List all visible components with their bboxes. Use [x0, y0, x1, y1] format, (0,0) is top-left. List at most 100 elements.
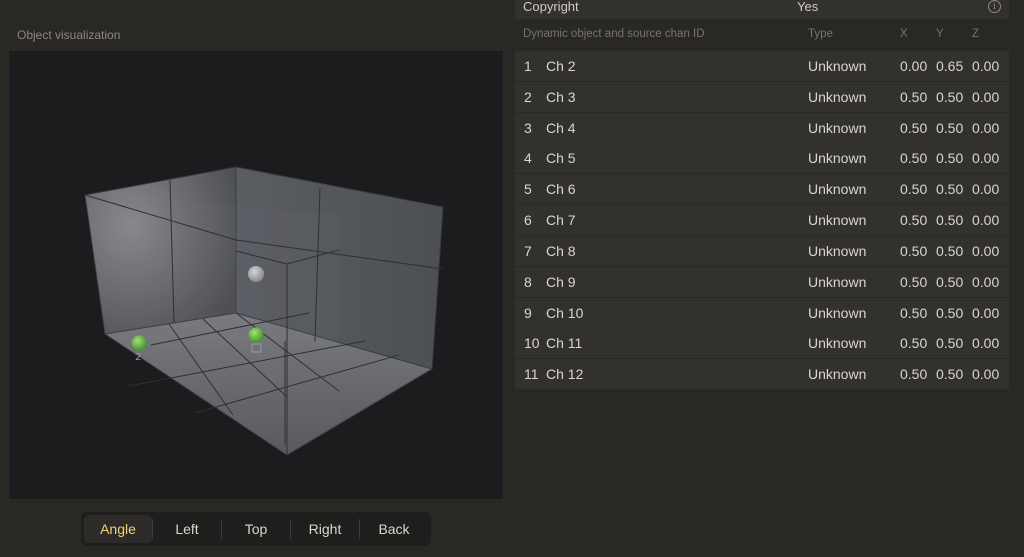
- row-index: 1: [524, 58, 532, 74]
- object-type: Unknown: [808, 304, 867, 321]
- coord-x: 0.50: [900, 273, 928, 290]
- channel-name: Ch 11: [546, 335, 583, 352]
- object-table: 1 Ch 2 Unknown 0.00 0.65 0.00 2 Ch 3 Unknown 0.50…: [515, 51, 1009, 390]
- object-type: Unknown: [808, 58, 867, 74]
- table-row[interactable]: 3 Ch 4 Unknown 0.50 0.50 0.00: [515, 112, 1009, 143]
- object-type: Unknown: [808, 119, 867, 136]
- channel-name: Ch 3: [546, 88, 576, 105]
- row-index: 11: [524, 366, 539, 383]
- table-row[interactable]: 7 Ch 8 Unknown 0.50 0.50 0.00: [515, 235, 1009, 266]
- channel-name: Ch 2: [546, 58, 576, 74]
- row-index: 7: [524, 242, 532, 259]
- speaker-sphere-2: [131, 335, 147, 351]
- info-icon[interactable]: i: [988, 0, 1001, 13]
- view-angle-button[interactable]: Angle: [84, 515, 152, 543]
- channel-name: Ch 8: [546, 242, 576, 259]
- view-selector: Angle Left Top Right Back: [81, 512, 431, 546]
- row-index: 4: [524, 150, 532, 167]
- coord-y: 0.50: [936, 212, 964, 229]
- coord-y: 0.50: [936, 88, 964, 105]
- visualization-title: Object visualization: [17, 28, 121, 42]
- channel-name: Ch 10: [546, 304, 584, 321]
- header-z: Z: [972, 28, 980, 40]
- coord-z: 0.00: [972, 88, 1000, 105]
- table-row[interactable]: 2 Ch 3 Unknown 0.50 0.50 0.00: [515, 81, 1009, 112]
- object-type: Unknown: [808, 335, 867, 352]
- row-index: 8: [524, 273, 532, 290]
- coord-x: 0.50: [900, 335, 928, 352]
- coord-z: 0.00: [972, 119, 1000, 136]
- channel-name: Ch 12: [546, 366, 584, 383]
- table-row[interactable]: 10 Ch 11 Unknown 0.50 0.50 0.00: [515, 328, 1009, 359]
- table-row[interactable]: 4 Ch 5 Unknown 0.50 0.50 0.00: [515, 143, 1009, 174]
- object-type: Unknown: [808, 150, 867, 167]
- coord-x: 0.00: [900, 58, 928, 74]
- view-left-button[interactable]: Left: [153, 515, 221, 543]
- metadata-value: Yes: [797, 0, 819, 14]
- coord-x: 0.50: [900, 242, 928, 259]
- room-3d-view: 2: [84, 166, 444, 456]
- coord-y: 0.50: [936, 273, 964, 290]
- row-index: 2: [524, 88, 532, 105]
- header-y: Y: [936, 28, 944, 40]
- metadata-copyright-row[interactable]: Copyright Yes i: [515, 0, 1009, 19]
- coord-x: 0.50: [900, 88, 928, 105]
- header-x: X: [900, 28, 908, 40]
- header-id: Dynamic object and source chan ID: [523, 28, 705, 40]
- channel-name: Ch 7: [546, 212, 576, 229]
- coord-x: 0.50: [900, 212, 928, 229]
- speaker-sphere-2-label: 2: [135, 352, 141, 363]
- coord-z: 0.00: [972, 58, 1000, 74]
- coord-x: 0.50: [900, 119, 928, 136]
- coord-y: 0.50: [936, 181, 964, 198]
- table-header: Dynamic object and source chan ID Type X…: [515, 28, 1009, 44]
- coord-y: 0.50: [936, 150, 964, 167]
- view-right-button[interactable]: Right: [291, 515, 359, 543]
- coord-y: 0.50: [936, 335, 964, 352]
- coord-y: 0.50: [936, 242, 964, 259]
- coord-z: 0.00: [972, 335, 1000, 352]
- coord-z: 0.00: [972, 181, 1000, 198]
- coord-x: 0.50: [900, 366, 928, 383]
- coord-z: 0.00: [972, 366, 1000, 383]
- row-index: 5: [524, 181, 532, 198]
- coord-z: 0.00: [972, 242, 1000, 259]
- object-type: Unknown: [808, 273, 867, 290]
- speaker-sphere-rear: [248, 266, 264, 282]
- view-back-button[interactable]: Back: [360, 515, 428, 543]
- table-row[interactable]: 5 Ch 6 Unknown 0.50 0.50 0.00: [515, 174, 1009, 205]
- room-front-frame: [85, 195, 339, 455]
- table-row[interactable]: 1 Ch 2 Unknown 0.00 0.65 0.00: [515, 51, 1009, 81]
- object-type: Unknown: [808, 181, 867, 198]
- table-row[interactable]: 11 Ch 12 Unknown 0.50 0.50 0.00: [515, 359, 1009, 390]
- coord-y: 0.50: [936, 304, 964, 321]
- channel-name: Ch 5: [546, 150, 576, 167]
- view-top-button[interactable]: Top: [222, 515, 290, 543]
- object-type: Unknown: [808, 242, 867, 259]
- table-row[interactable]: 6 Ch 7 Unknown 0.50 0.50 0.00: [515, 205, 1009, 236]
- coord-z: 0.00: [972, 304, 1000, 321]
- row-index: 3: [524, 119, 532, 136]
- row-index: 6: [524, 212, 532, 229]
- coord-z: 0.00: [972, 273, 1000, 290]
- speaker-sphere-center: [248, 327, 264, 343]
- header-type: Type: [808, 28, 833, 40]
- coord-z: 0.00: [972, 212, 1000, 229]
- table-row[interactable]: 8 Ch 9 Unknown 0.50 0.50 0.00: [515, 266, 1009, 297]
- object-type: Unknown: [808, 88, 867, 105]
- row-index: 10: [524, 335, 540, 352]
- channel-name: Ch 9: [546, 273, 576, 290]
- object-type: Unknown: [808, 366, 867, 383]
- object-type: Unknown: [808, 212, 867, 229]
- row-index: 9: [524, 304, 532, 321]
- object-visualization-viewport[interactable]: 2: [9, 51, 503, 499]
- coord-x: 0.50: [900, 181, 928, 198]
- coord-y: 0.65: [936, 58, 964, 74]
- metadata-key: Copyright: [523, 0, 579, 14]
- coord-y: 0.50: [936, 119, 964, 136]
- channel-name: Ch 4: [546, 119, 576, 136]
- table-row[interactable]: 9 Ch 10 Unknown 0.50 0.50 0.00: [515, 297, 1009, 328]
- coord-x: 0.50: [900, 150, 928, 167]
- coord-x: 0.50: [900, 304, 928, 321]
- coord-z: 0.00: [972, 150, 1000, 167]
